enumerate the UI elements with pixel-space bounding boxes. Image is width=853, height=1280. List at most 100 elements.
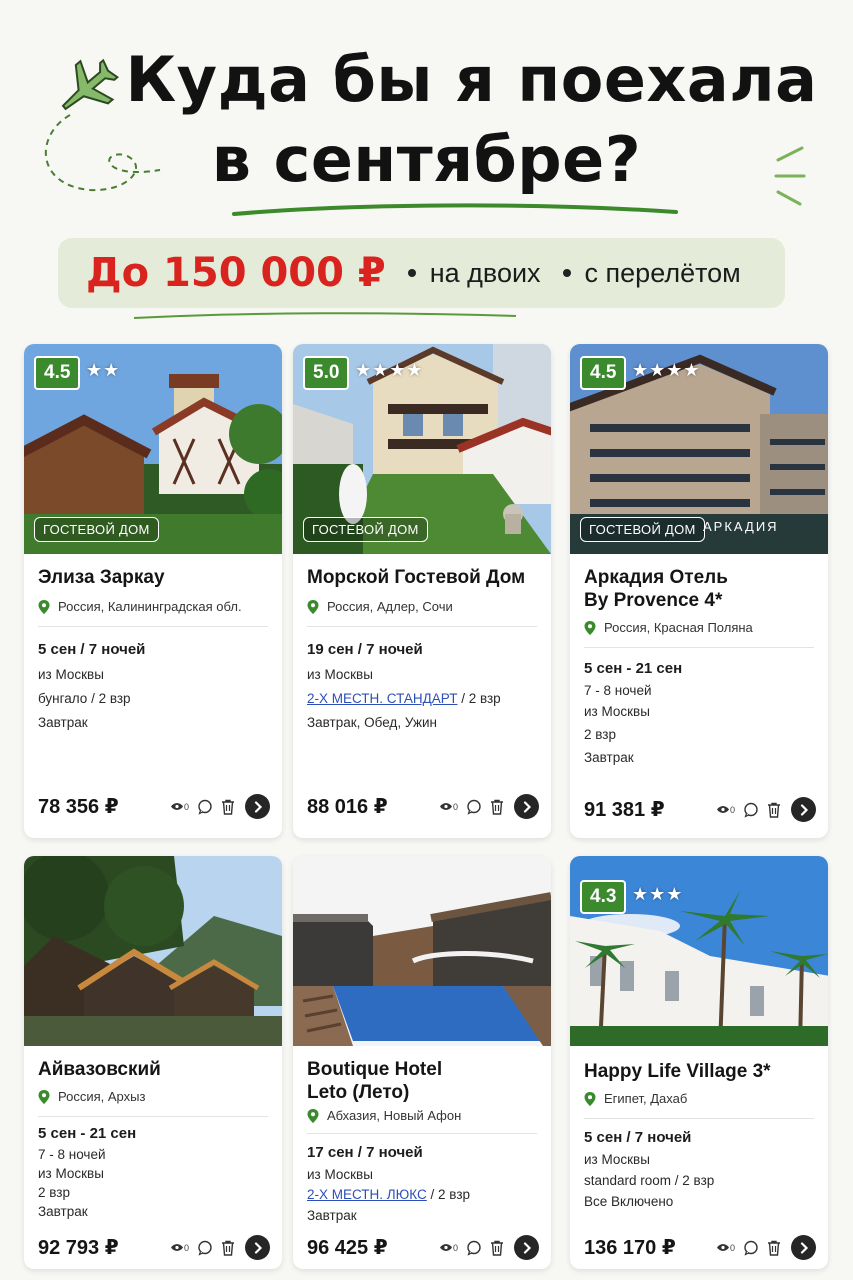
- comment-icon[interactable]: [466, 1240, 482, 1256]
- hotel-card-ayvazovsky[interactable]: Айвазовский Россия, Архыз 5 сен - 21 сен…: [24, 856, 282, 1269]
- open-offer-button[interactable]: [791, 1235, 816, 1260]
- departure-city: из Москвы: [307, 1167, 373, 1182]
- hotel-card-morskoy-gostevoy-dom[interactable]: 5.0 ★★★★ ГОСТЕВОЙ ДОМ Морской Гостевой Д…: [293, 344, 551, 838]
- hotel-card-happy-life-village[interactable]: 4.3 ★★★ Happy Life Village 3* Египет, Да…: [570, 856, 828, 1269]
- price: 96 425 ₽: [307, 1237, 388, 1259]
- hotel-card-eliza-zarkau[interactable]: 4.5 ★★ ГОСТЕВОЙ ДОМ Элиза Заркау Россия,…: [24, 344, 282, 838]
- trash-icon[interactable]: [767, 802, 781, 818]
- eye-icon: [716, 806, 729, 813]
- views-counter: 0: [716, 805, 735, 815]
- departure-city: из Москвы: [584, 704, 650, 719]
- room-info: 2-Х МЕСТН. СТАНДАРТ / 2 взр: [307, 691, 501, 706]
- chevron-right-icon: [800, 1241, 808, 1254]
- trip-dates: 17 сен / 7 ночей: [307, 1144, 423, 1161]
- trash-icon[interactable]: [767, 1240, 781, 1256]
- trash-icon[interactable]: [490, 799, 504, 815]
- eye-icon: [170, 803, 183, 810]
- hotel-name[interactable]: Айвазовский: [38, 1058, 268, 1081]
- trip-dates: 5 сен / 7 ночей: [38, 641, 146, 658]
- comment-icon[interactable]: [743, 802, 759, 818]
- hotel-photo: 4.3 ★★★: [570, 856, 828, 1046]
- hotel-name[interactable]: Элиза Заркау: [38, 566, 268, 589]
- trash-icon[interactable]: [221, 799, 235, 815]
- property-type-badge: ГОСТЕВОЙ ДОМ: [580, 517, 705, 542]
- rating-badge: 4.5: [580, 356, 627, 390]
- hotel-sign: АРКАДИЯ: [703, 519, 779, 534]
- open-offer-button[interactable]: [514, 1235, 539, 1260]
- star-rating: ★★★: [632, 884, 684, 904]
- hotel-location: Россия, Калининградская обл.: [38, 599, 268, 614]
- open-offer-button[interactable]: [514, 794, 539, 819]
- chevron-right-icon: [800, 803, 808, 816]
- comment-icon[interactable]: [197, 799, 213, 815]
- hotel-name[interactable]: Морской Гостевой Дом: [307, 566, 537, 589]
- hotel-location: Россия, Адлер, Сочи: [307, 599, 537, 614]
- rating-badge: 5.0: [303, 356, 350, 390]
- trip-dates: 5 сен - 21 сен: [584, 660, 683, 677]
- meal-plan: Завтрак: [584, 750, 634, 765]
- departure-city: из Москвы: [38, 667, 104, 682]
- trip-dates: 19 сен / 7 ночей: [307, 641, 423, 658]
- location-pin-icon: [584, 620, 596, 635]
- hotel-card-arkadia[interactable]: 4.5 ★★★★ ГОСТЕВОЙ ДОМ АРКАДИЯ Аркадия От…: [570, 344, 828, 838]
- meal-plan: Завтрак: [307, 1208, 357, 1223]
- departure-city: из Москвы: [38, 1166, 104, 1181]
- price: 136 170 ₽: [584, 1237, 676, 1259]
- room-info: 2 взр: [584, 727, 616, 742]
- views-counter: 0: [439, 802, 458, 812]
- room-info: 2 взр: [38, 1185, 70, 1200]
- budget-price: До 150 000 ₽: [86, 250, 386, 296]
- departure-city: из Москвы: [307, 667, 373, 682]
- tag-for-two: на двоих: [407, 258, 541, 289]
- location-pin-icon: [307, 1108, 319, 1123]
- rating-badge: 4.3: [580, 880, 627, 914]
- hotel-location: Абхазия, Новый Афон: [307, 1108, 537, 1123]
- location-pin-icon: [38, 1089, 50, 1104]
- hotel-photo: 5.0 ★★★★ ГОСТЕВОЙ ДОМ: [293, 344, 551, 554]
- room-type-link[interactable]: 2-Х МЕСТН. ЛЮКС: [307, 1187, 427, 1202]
- nights-count: 7 - 8 ночей: [38, 1147, 106, 1162]
- chevron-right-icon: [523, 800, 531, 813]
- trash-icon[interactable]: [490, 1240, 504, 1256]
- star-rating: ★★★★: [355, 360, 424, 380]
- room-info: standard room / 2 взр: [584, 1173, 715, 1188]
- views-counter: 0: [170, 1243, 189, 1253]
- trash-icon[interactable]: [221, 1240, 235, 1256]
- open-offer-button[interactable]: [791, 797, 816, 822]
- views-counter: 0: [716, 1243, 735, 1253]
- nights-count: 7 - 8 ночей: [584, 683, 652, 698]
- star-rating: ★★: [86, 360, 121, 380]
- views-counter: 0: [439, 1243, 458, 1253]
- eye-icon: [716, 1244, 729, 1251]
- title-underline: [232, 203, 678, 216]
- property-type-badge: ГОСТЕВОЙ ДОМ: [34, 517, 159, 542]
- hotel-name[interactable]: Happy Life Village 3*: [584, 1060, 814, 1083]
- hotel-card-boutique-leto[interactable]: Boutique Hotel Leto (Лето) Абхазия, Новый…: [293, 856, 551, 1269]
- trip-dates: 5 сен / 7 ночей: [584, 1129, 692, 1146]
- open-offer-button[interactable]: [245, 794, 270, 819]
- room-info: 2-Х МЕСТН. ЛЮКС / 2 взр: [307, 1187, 471, 1202]
- hotel-name[interactable]: Аркадия Отель By Provence 4*: [584, 566, 814, 612]
- chevron-right-icon: [523, 1241, 531, 1254]
- comment-icon[interactable]: [743, 1240, 759, 1256]
- room-type-link[interactable]: 2-Х МЕСТН. СТАНДАРТ: [307, 691, 457, 706]
- location-pin-icon: [307, 599, 319, 614]
- open-offer-button[interactable]: [245, 1235, 270, 1260]
- comment-icon[interactable]: [197, 1240, 213, 1256]
- comment-icon[interactable]: [466, 799, 482, 815]
- price: 88 016 ₽: [307, 796, 388, 818]
- location-pin-icon: [584, 1091, 596, 1106]
- meal-plan: Завтрак: [38, 715, 88, 730]
- meal-plan: Все Включено: [584, 1194, 674, 1209]
- price: 92 793 ₽: [38, 1237, 119, 1259]
- hotel-photo: [293, 856, 551, 1046]
- hotel-name[interactable]: Boutique Hotel Leto (Лето): [307, 1058, 537, 1104]
- budget-banner: До 150 000 ₽ на двоих с перелётом: [58, 238, 785, 308]
- eye-icon: [439, 1244, 452, 1251]
- budget-underline: [133, 312, 517, 319]
- eye-icon: [170, 1244, 183, 1251]
- tag-with-flight: с перелётом: [562, 258, 741, 289]
- meal-plan: Завтрак: [38, 1204, 88, 1219]
- chevron-right-icon: [254, 800, 262, 813]
- eye-icon: [439, 803, 452, 810]
